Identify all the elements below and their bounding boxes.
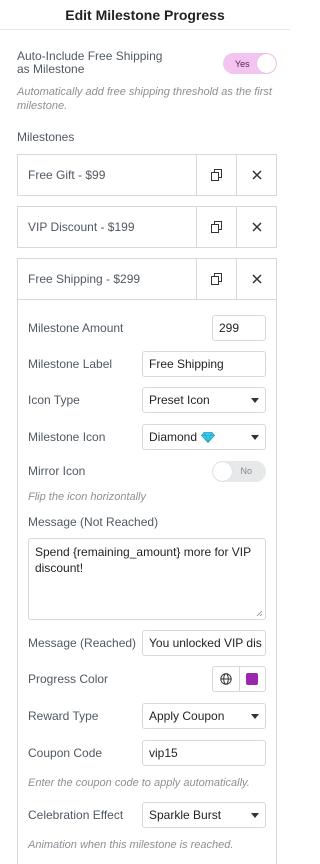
resize-grip-icon[interactable]: [256, 610, 263, 617]
msg-reached-row: Message (Reached) You unlocked VIP dis: [28, 630, 266, 656]
milestone-icon-value-wrap: Diamond: [149, 430, 216, 444]
remove-button[interactable]: [236, 259, 276, 299]
milestones-heading: Milestones: [17, 130, 75, 144]
coupon-description: Enter the coupon code to apply automatic…: [28, 777, 250, 789]
toggle-knob: [213, 461, 232, 481]
milestone-icon-row: Milestone Icon Diamond: [28, 424, 266, 450]
chevron-down-icon: [251, 713, 259, 719]
panel-header: Edit Milestone Progress: [0, 0, 290, 30]
copy-icon: [210, 221, 222, 233]
icon-type-value: Preset Icon: [149, 393, 210, 407]
celebration-select[interactable]: Sparkle Burst: [142, 802, 266, 828]
milestone-icon-value: Diamond: [149, 430, 198, 444]
milestone-name[interactable]: Free Shipping - $299: [18, 259, 196, 299]
msg-reached-label: Message (Reached): [28, 636, 137, 650]
milestone-item-expanded[interactable]: Free Shipping - $299: [17, 258, 277, 300]
mirror-icon-label: Mirror Icon: [28, 464, 86, 478]
celebration-description: Animation when this milestone is reached…: [28, 839, 234, 851]
auto-include-description: Automatically add free shipping threshol…: [17, 86, 272, 112]
auto-include-label: Auto-Include Free Shipping as Milestone: [17, 49, 163, 76]
milestone-name[interactable]: Free Gift - $99: [18, 155, 196, 195]
color-control: [212, 666, 266, 692]
page-title: Edit Milestone Progress: [65, 6, 225, 23]
milestone-label-label: Milestone Label: [28, 357, 113, 371]
milestone-name[interactable]: VIP Discount - $199: [18, 207, 196, 247]
chevron-down-icon: [251, 812, 259, 818]
copy-icon: [210, 273, 222, 285]
remove-button[interactable]: [236, 155, 276, 195]
auto-include-row: Auto-Include Free Shipping as Milestone …: [17, 50, 277, 78]
celebration-row: Celebration Effect Sparkle Burst: [28, 802, 266, 828]
color-swatch: [246, 673, 259, 685]
celebration-value: Sparkle Burst: [149, 808, 222, 822]
coupon-input[interactable]: vip15: [142, 740, 266, 766]
label-row: Milestone Label Free Shipping: [28, 351, 266, 377]
reward-type-label: Reward Type: [28, 709, 99, 723]
icon-type-select[interactable]: Preset Icon: [142, 387, 266, 413]
icon-type-row: Icon Type Preset Icon: [28, 387, 266, 413]
globe-icon: [220, 673, 232, 685]
remove-button[interactable]: [236, 207, 276, 247]
close-icon: [251, 170, 262, 180]
mirror-icon-row: Mirror Icon No: [28, 460, 266, 482]
milestone-icon-select[interactable]: Diamond: [142, 424, 266, 450]
milestone-icon-label: Milestone Icon: [28, 430, 106, 444]
amount-label: Milestone Amount: [28, 321, 124, 335]
progress-color-label: Progress Color: [28, 672, 109, 686]
milestone-item[interactable]: VIP Discount - $199: [17, 206, 277, 248]
close-icon: [251, 274, 262, 284]
toggle-yes-label: Yes: [235, 58, 250, 69]
duplicate-button[interactable]: [196, 155, 236, 195]
reward-type-row: Reward Type Apply Coupon: [28, 703, 266, 729]
auto-include-toggle[interactable]: Yes: [223, 53, 277, 74]
duplicate-button[interactable]: [196, 207, 236, 247]
milestone-label-input[interactable]: Free Shipping: [142, 351, 266, 377]
diamond-icon: [201, 431, 216, 443]
chevron-down-icon: [251, 397, 259, 403]
amount-row: Milestone Amount 299: [28, 315, 266, 341]
progress-color-row: Progress Color: [28, 666, 266, 692]
amount-input[interactable]: 299: [212, 315, 266, 341]
copy-icon: [210, 169, 222, 181]
icon-type-label: Icon Type: [28, 393, 80, 407]
toggle-no-label: No: [240, 466, 252, 476]
msg-reached-input[interactable]: You unlocked VIP dis: [142, 630, 266, 656]
toggle-knob: [257, 54, 276, 73]
chevron-down-icon: [251, 434, 259, 440]
mirror-icon-description: Flip the icon horizontally: [28, 491, 147, 503]
global-colors-button[interactable]: [213, 667, 240, 691]
color-swatch-button[interactable]: [240, 667, 266, 691]
duplicate-button[interactable]: [196, 259, 236, 299]
mirror-icon-toggle[interactable]: No: [212, 460, 266, 482]
msg-not-reached-textarea[interactable]: Spend {remaining_amount} more for VIP di…: [28, 538, 266, 620]
coupon-row: Coupon Code vip15: [28, 740, 266, 766]
msg-not-reached-label: Message (Not Reached): [28, 515, 159, 529]
reward-type-select[interactable]: Apply Coupon: [142, 703, 266, 729]
close-icon: [251, 222, 262, 232]
reward-type-value: Apply Coupon: [149, 709, 225, 723]
milestone-item[interactable]: Free Gift - $99: [17, 154, 277, 196]
celebration-label: Celebration Effect: [28, 808, 124, 822]
coupon-label: Coupon Code: [28, 746, 103, 760]
